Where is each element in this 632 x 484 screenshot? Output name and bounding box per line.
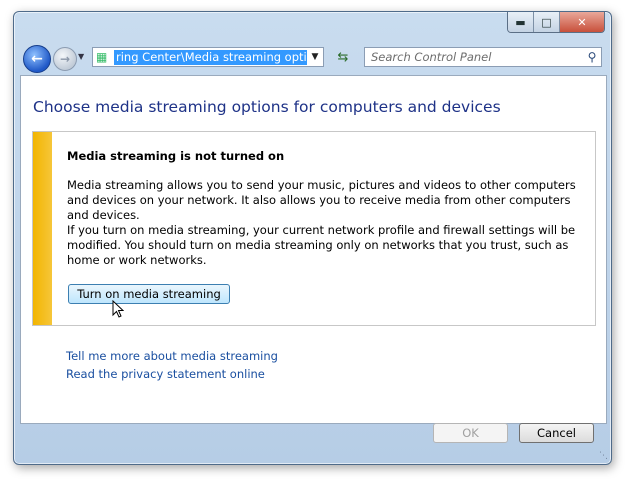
search-icon[interactable]: ⚲ xyxy=(583,50,601,64)
address-bar[interactable]: ▦ ring Center\Media streaming options ▼ xyxy=(92,47,324,67)
maximize-icon: □ xyxy=(541,15,552,29)
turn-on-media-streaming-button[interactable]: Turn on media streaming xyxy=(68,284,230,304)
address-dropdown-icon[interactable]: ▼ xyxy=(307,52,323,62)
content-area: Choose media streaming options for compu… xyxy=(20,75,607,424)
mouse-cursor-icon xyxy=(112,300,124,318)
learn-more-link[interactable]: Tell me more about media streaming xyxy=(66,349,278,363)
description-paragraph: Media streaming allows you to send your … xyxy=(67,178,576,222)
ok-button[interactable]: OK xyxy=(433,423,508,443)
cancel-button[interactable]: Cancel xyxy=(519,423,594,443)
window-controls: ▬ □ ✕ xyxy=(507,12,605,33)
close-icon: ✕ xyxy=(577,15,587,29)
control-panel-window: ▬ □ ✕ ← → ▼ ▦ ring Center\Media streamin… xyxy=(13,11,612,465)
warning-stripe xyxy=(33,132,52,325)
address-text[interactable]: ring Center\Media streaming options xyxy=(114,49,307,65)
back-arrow-icon: ← xyxy=(31,51,43,67)
back-button[interactable]: ← xyxy=(23,45,51,73)
warning-paragraph: If you turn on media streaming, your cur… xyxy=(67,223,576,267)
privacy-statement-link[interactable]: Read the privacy statement online xyxy=(66,367,265,381)
media-streaming-panel: Media streaming is not turned on Media s… xyxy=(32,131,596,326)
chevron-down-icon: ▼ xyxy=(78,52,85,61)
forward-arrow-icon: → xyxy=(59,52,71,66)
minimize-icon: ▬ xyxy=(515,15,526,29)
page-title: Choose media streaming options for compu… xyxy=(33,98,501,116)
forward-button[interactable]: → xyxy=(53,47,77,71)
refresh-button[interactable]: ⇆ xyxy=(332,47,354,67)
refresh-icon: ⇆ xyxy=(337,49,349,65)
control-panel-icon: ▦ xyxy=(96,50,108,64)
maximize-button[interactable]: □ xyxy=(534,12,560,32)
resize-grip-icon[interactable]: ⋱ xyxy=(599,451,608,461)
panel-heading: Media streaming is not turned on xyxy=(67,149,285,163)
close-button[interactable]: ✕ xyxy=(560,12,604,32)
search-box[interactable]: Search Control Panel ⚲ xyxy=(364,47,602,67)
search-input[interactable]: Search Control Panel xyxy=(371,50,583,64)
minimize-button[interactable]: ▬ xyxy=(508,12,534,32)
history-dropdown[interactable]: ▼ xyxy=(78,52,84,61)
